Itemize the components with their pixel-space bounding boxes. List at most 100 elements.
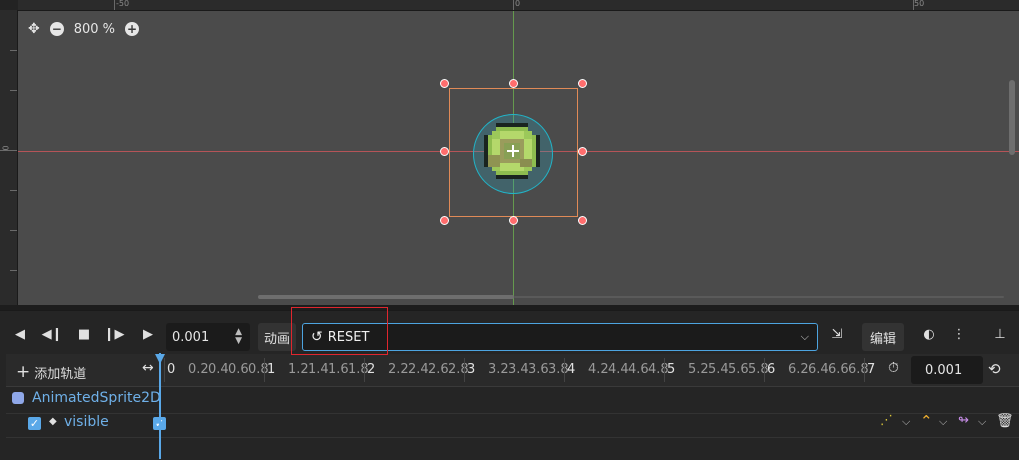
timeline-tick-label: 1	[267, 362, 276, 377]
timeline-tick-line	[364, 358, 365, 382]
timeline-tick-label: 4	[567, 362, 576, 377]
scrollbar-grabber[interactable]	[258, 295, 514, 299]
timeline-tick-label: 4.2	[588, 362, 609, 377]
loop-icon[interactable]: ⟲	[988, 360, 1001, 378]
timer-icon[interactable]: ⏱	[888, 360, 899, 376]
resize-handle[interactable]	[509, 216, 518, 225]
ruler-top: -50 0 50	[18, 0, 1019, 11]
play-backwards-icon[interactable]: ◀	[12, 322, 28, 346]
timeline-tick-label: 3	[467, 362, 476, 377]
resize-handle[interactable]	[509, 79, 518, 88]
timeline-tick-label: 7	[867, 362, 876, 377]
timeline-tick-label: 0.4	[208, 362, 229, 377]
spinner-icon[interactable]: ▲ ▼	[235, 328, 242, 346]
track-row[interactable]: ✓ ◆ visible ✓ ⋰ ⌵ ⌃ ⌵ ↬ ⌵ 🗑	[6, 411, 1019, 438]
add-track-label: 添加轨道	[34, 366, 87, 382]
animation-panel: ◀ ◀❙ ■ ❙▶ ▶ 0.001 ▲ ▼ 动画 ↺ RESET ⌵ ⇲ 编辑 ◐…	[0, 310, 1019, 460]
more-options-icon[interactable]: ⋮	[952, 322, 966, 346]
animation-length-value: 0.001	[925, 362, 963, 378]
canvas-viewport[interactable]: -50 0 50 0 ✥ − 800 % +	[0, 0, 1019, 305]
playhead[interactable]	[159, 353, 161, 459]
resize-handle[interactable]	[578, 216, 587, 225]
onion-skin-icon[interactable]: ◐	[920, 322, 938, 346]
property-track-icon: ◆	[49, 416, 57, 427]
timeline-tick-label: 6.2	[788, 362, 809, 377]
timeline-tick-label: 4.4	[608, 362, 629, 377]
timeline-tick-label: 3.6	[528, 362, 549, 377]
timeline-tick-label: 6.8	[848, 362, 869, 377]
resize-handle[interactable]	[440, 147, 449, 156]
timeline-tick-label: 0	[167, 362, 176, 377]
zoom-level[interactable]: 800 %	[74, 22, 115, 37]
animation-select[interactable]: ↺ RESET ⌵	[302, 323, 818, 351]
update-mode-icon[interactable]: ⋰	[880, 413, 893, 428]
transform-icon[interactable]: ✥	[28, 21, 40, 37]
timeline-tick-label: 6.4	[808, 362, 829, 377]
plus-icon: +	[16, 362, 31, 382]
timeline-tick-label: 0.6	[228, 362, 249, 377]
timeline-tick-label: 4.8	[648, 362, 669, 377]
chevron-down-icon: ⌵	[800, 330, 809, 343]
reset-icon: ↺	[311, 329, 323, 345]
track-enabled-checkbox[interactable]: ✓	[28, 417, 41, 430]
timeline-tick-line	[264, 358, 265, 382]
timeline-tick-label: 3.4	[508, 362, 529, 377]
animation-position-value: 0.001	[172, 329, 210, 345]
timeline-tick-label: 2.2	[388, 362, 409, 377]
stop-icon[interactable]: ■	[76, 322, 92, 346]
timeline-tick-label: 1.6	[328, 362, 349, 377]
loop-wrap-icon[interactable]: ↬	[958, 413, 969, 428]
timeline-tick-label: 1.2	[288, 362, 309, 377]
timeline-tick-label: 5.6	[728, 362, 749, 377]
zoom-in-icon[interactable]: +	[125, 22, 140, 36]
timeline-tick-label: 1.4	[308, 362, 329, 377]
edit-menu-button[interactable]: 编辑	[862, 323, 904, 351]
delete-track-icon[interactable]: 🗑	[996, 413, 1014, 429]
node-name: AnimatedSprite2D	[32, 390, 161, 406]
play-from-start-icon[interactable]: ❙▶	[104, 322, 125, 346]
add-track-button[interactable]: + 添加轨道	[16, 362, 86, 382]
timeline-tick-label: 5.8	[748, 362, 769, 377]
animation-length-field[interactable]: 0.001	[911, 356, 983, 384]
timeline-ruler[interactable]: 0 0.2 0.4 0.6 0.8 1 1.2 1.4 1.6 1.8 2 2.2 2.4 2.6 2.8 3…	[160, 354, 876, 386]
animation-position-field[interactable]: 0.001 ▲ ▼	[166, 323, 250, 351]
resize-handle[interactable]	[578, 79, 587, 88]
selected-animation: RESET	[327, 329, 370, 345]
autoplay-icon[interactable]: ⇲	[828, 322, 846, 346]
timeline-tick-label: 4.6	[628, 362, 649, 377]
selection-rect[interactable]	[449, 88, 578, 217]
timeline-tick-label: 2.4	[408, 362, 429, 377]
timeline-tick-line	[564, 358, 565, 382]
zoom-out-icon[interactable]: −	[49, 22, 64, 36]
chevron-down-icon[interactable]: ⌵	[902, 415, 910, 429]
play-icon[interactable]: ▶	[140, 322, 156, 346]
track-group-row: AnimatedSprite2D	[6, 387, 1019, 414]
zoom-timeline-icon[interactable]: ↔	[142, 360, 154, 376]
timeline-tick-label: 0.8	[248, 362, 269, 377]
timeline-tick-line	[464, 358, 465, 382]
zoom-controls: ✥ − 800 % +	[28, 19, 140, 39]
animated-sprite-icon	[12, 392, 24, 404]
ruler-label: 0	[515, 0, 521, 8]
chevron-down-icon[interactable]: ⌵	[939, 415, 947, 429]
timeline-tick-label: 5	[667, 362, 676, 377]
canvas-area[interactable]	[18, 11, 1019, 305]
timeline-tick-label: 3.8	[548, 362, 569, 377]
resize-handle[interactable]	[578, 147, 587, 156]
timeline-tick-label: 2.8	[448, 362, 469, 377]
timeline-tick-label: 2.6	[428, 362, 449, 377]
resize-handle[interactable]	[440, 216, 449, 225]
chevron-down-icon[interactable]: ⌵	[978, 415, 986, 429]
pin-icon[interactable]: ⊥	[992, 322, 1008, 346]
timeline-tick-label: 5.4	[708, 362, 729, 377]
timeline-tick-line	[664, 358, 665, 382]
vertical-scrollbar[interactable]	[1009, 80, 1015, 155]
animation-toolbar: ◀ ◀❙ ■ ❙▶ ▶ 0.001 ▲ ▼ 动画 ↺ RESET ⌵ ⇲ 编辑 ◐…	[0, 317, 1019, 351]
animation-menu-button[interactable]: 动画	[258, 323, 296, 351]
resize-handle[interactable]	[440, 79, 449, 88]
timeline-tick-label: 6	[767, 362, 776, 377]
horizontal-scrollbar[interactable]	[18, 295, 1004, 299]
play-backwards-from-end-icon[interactable]: ◀❙	[42, 322, 63, 346]
timeline-tick-label: 1.8	[348, 362, 369, 377]
interpolation-icon[interactable]: ⌃	[920, 412, 933, 430]
